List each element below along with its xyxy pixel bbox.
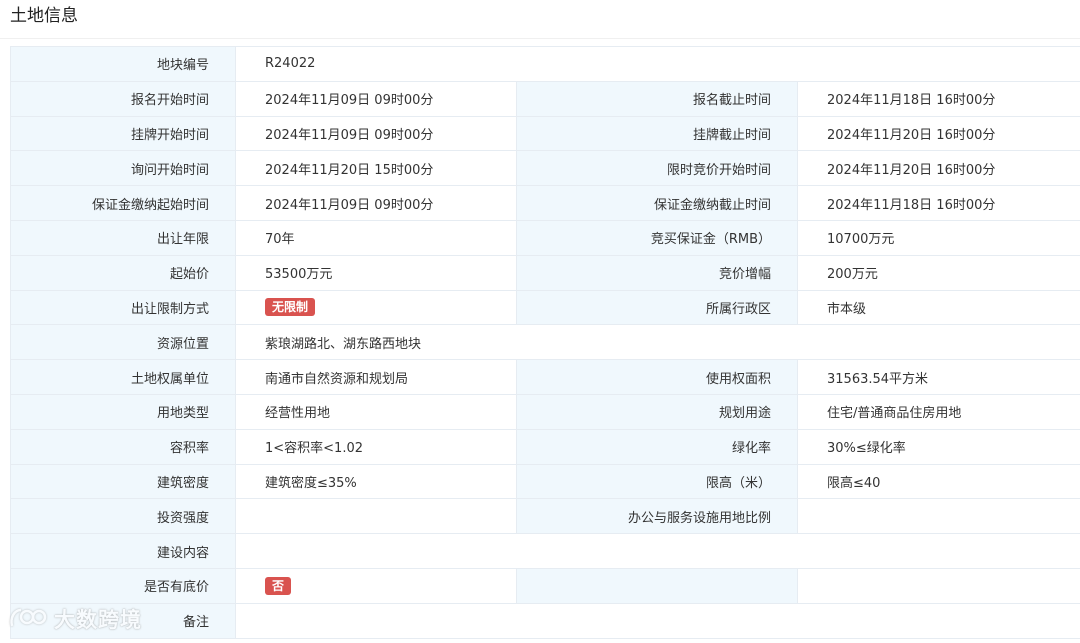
reserve-price-badge: 否 [265, 576, 292, 595]
far-value: 1<容积率<1.02 [235, 428, 517, 465]
restriction-badge: 无限制 [265, 298, 316, 317]
density-value: 建筑密度≤35% [235, 463, 517, 500]
deposit-end-value: 2024年11月18日 16时00分 [797, 185, 1080, 221]
watermark: 大数跨境 [8, 604, 142, 634]
table-row: 询问开始时间 2024年11月20日 15时00分 限时竞价开始时间 2024年… [10, 150, 1080, 187]
district-label: 所属行政区 [516, 289, 798, 326]
bid-increment-label: 竞价增幅 [516, 254, 798, 291]
green-rate-value: 30%≤绿化率 [797, 428, 1080, 465]
planned-use-value: 住宅/普通商品住房用地 [797, 393, 1080, 430]
remarks-value [235, 602, 1080, 639]
office-ratio-label: 办公与服务设施用地比例 [516, 498, 798, 535]
district-value: 市本级 [797, 289, 1080, 326]
table-row: 建设内容 [10, 533, 1080, 569]
investment-label: 投资强度 [10, 498, 236, 535]
investment-value [235, 498, 517, 535]
restriction-label: 出让限制方式 [10, 289, 236, 326]
far-label: 容积率 [10, 428, 236, 465]
land-type-value: 经营性用地 [235, 393, 517, 430]
construction-value [235, 533, 1080, 569]
table-row: 投资强度 办公与服务设施用地比例 [10, 498, 1080, 535]
density-label: 建筑密度 [10, 463, 236, 500]
table-row: 容积率 1<容积率<1.02 绿化率 30%≤绿化率 [10, 428, 1080, 465]
list-end-label: 挂牌截止时间 [516, 115, 798, 152]
planned-use-label: 规划用途 [516, 393, 798, 430]
term-label: 出让年限 [10, 219, 236, 256]
construction-label: 建设内容 [10, 533, 236, 569]
reg-start-label: 报名开始时间 [10, 80, 236, 117]
bid-deposit-label: 竞买保证金（RMB） [516, 219, 798, 256]
land-type-label: 用地类型 [10, 393, 236, 430]
owner-unit-label: 土地权属单位 [10, 359, 236, 395]
table-row: 出让年限 70年 竞买保证金（RMB） 10700万元 [10, 219, 1080, 256]
timed-bid-start-label: 限时竞价开始时间 [516, 150, 798, 187]
table-row: 建筑密度 建筑密度≤35% 限高（米） 限高≤40 [10, 463, 1080, 500]
owner-unit-value: 南通市自然资源和规划局 [235, 359, 517, 395]
area-value: 31563.54平方米 [797, 359, 1080, 395]
office-ratio-value [797, 498, 1080, 535]
list-start-label: 挂牌开始时间 [10, 115, 236, 152]
inquiry-start-value: 2024年11月20日 15时00分 [235, 150, 517, 187]
deposit-start-value: 2024年11月09日 09时00分 [235, 185, 517, 221]
table-row: 用地类型 经营性用地 规划用途 住宅/普通商品住房用地 [10, 393, 1080, 430]
term-value: 70年 [235, 219, 517, 256]
reg-start-value: 2024年11月09日 09时00分 [235, 80, 517, 117]
start-price-label: 起始价 [10, 254, 236, 291]
deposit-end-label: 保证金缴纳截止时间 [516, 185, 798, 221]
restriction-cell: 无限制 [235, 289, 517, 326]
bid-deposit-value: 10700万元 [797, 219, 1080, 256]
table-row: 是否有底价 否 [10, 567, 1080, 604]
location-label: 资源位置 [10, 324, 236, 361]
green-rate-label: 绿化率 [516, 428, 798, 465]
list-start-value: 2024年11月09日 09时00分 [235, 115, 517, 152]
table-row: 备注 [10, 602, 1080, 639]
height-limit-value: 限高≤40 [797, 463, 1080, 500]
deposit-start-label: 保证金缴纳起始时间 [10, 185, 236, 221]
table-row: 挂牌开始时间 2024年11月09日 09时00分 挂牌截止时间 2024年11… [10, 115, 1080, 152]
reg-end-label: 报名截止时间 [516, 80, 798, 117]
table-row: 土地权属单位 南通市自然资源和规划局 使用权面积 31563.54平方米 [10, 359, 1080, 395]
timed-bid-start-value: 2024年11月20日 16时00分 [797, 150, 1080, 187]
empty-label-cell [516, 567, 798, 604]
watermark-text: 大数跨境 [54, 608, 142, 632]
reserve-price-label: 是否有底价 [10, 567, 236, 604]
reserve-price-cell: 否 [235, 567, 517, 604]
table-row: 报名开始时间 2024年11月09日 09时00分 报名截止时间 2024年11… [10, 80, 1080, 117]
start-price-value: 53500万元 [235, 254, 517, 291]
table-row: 起始价 53500万元 竞价增幅 200万元 [10, 254, 1080, 291]
reg-end-value: 2024年11月18日 16时00分 [797, 80, 1080, 117]
title-divider [0, 38, 1080, 39]
empty-value-cell [797, 567, 1080, 604]
bid-increment-value: 200万元 [797, 254, 1080, 291]
table-row: 地块编号 R24022 [10, 46, 1080, 82]
inquiry-start-label: 询问开始时间 [10, 150, 236, 187]
land-info-table: 地块编号 R24022 报名开始时间 2024年11月09日 09时00分 报名… [10, 46, 1080, 639]
brand-logo-icon [10, 608, 47, 627]
list-end-value: 2024年11月20日 16时00分 [797, 115, 1080, 152]
height-limit-label: 限高（米） [516, 463, 798, 500]
table-row: 出让限制方式 无限制 所属行政区 市本级 [10, 289, 1080, 326]
location-value: 紫琅湖路北、湖东路西地块 [235, 324, 1080, 361]
table-row: 资源位置 紫琅湖路北、湖东路西地块 [10, 324, 1080, 361]
parcel-no-value: R24022 [235, 46, 1080, 82]
table-row: 保证金缴纳起始时间 2024年11月09日 09时00分 保证金缴纳截止时间 2… [10, 185, 1080, 221]
parcel-no-label: 地块编号 [10, 46, 236, 82]
page-title: 土地信息 [10, 6, 78, 26]
area-label: 使用权面积 [516, 359, 798, 395]
